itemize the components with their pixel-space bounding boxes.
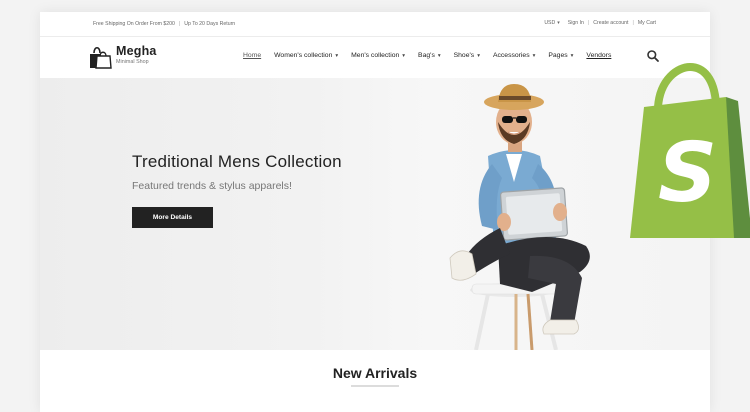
brand-tagline: Minimal Shop (116, 59, 149, 65)
section-title: New Arrivals (332, 365, 418, 381)
nav-item-womens-collection[interactable]: Women's collection ▾ (274, 52, 338, 59)
store-frame: Free Shipping On Order From $200 | Up To 2… (40, 12, 710, 412)
nav-item-home[interactable]: Home (243, 52, 261, 59)
chevron-down-icon: ▾ (402, 52, 406, 59)
nav-label: Pages (548, 52, 568, 59)
return-text: Up To 20 Days Return (184, 21, 236, 27)
more-details-button[interactable]: More Details (132, 207, 213, 228)
main-nav: Home Women's collection ▾ Men's collecti… (243, 52, 624, 59)
nav-item-accessories[interactable]: Accessories ▾ (493, 52, 535, 59)
nav-label: Vendors (586, 52, 612, 59)
chevron-down-icon: ▾ (477, 52, 480, 59)
shipping-text: Free Shipping On Order From $200 (93, 21, 175, 27)
hero-subtitle: Featured trends & stylus apparels! (132, 180, 292, 192)
chevron-down-icon: ▾ (335, 52, 339, 59)
chevron-down-icon: ▾ (437, 52, 441, 59)
sign-in-link[interactable]: Sign In (568, 20, 584, 26)
currency-selector[interactable]: USD ▾ (544, 20, 559, 26)
currency-label: USD (544, 20, 556, 26)
hero-banner: Treditional Mens Collection Featured tre… (40, 78, 710, 350)
shopify-logo-icon: S (630, 63, 750, 238)
nav-label: Home (243, 52, 262, 59)
search-icon[interactable] (646, 49, 660, 63)
topbar-separator: | (178, 21, 181, 27)
chevron-down-icon: ▾ (570, 52, 574, 59)
brand-name: Megha (116, 44, 157, 58)
nav-item-bags[interactable]: Bag's ▾ (418, 52, 441, 59)
topbar-separator: | (632, 20, 634, 26)
hero-model-image (449, 84, 590, 350)
bag-logo-icon[interactable] (88, 44, 112, 70)
brand[interactable]: Megha Minimal Shop (116, 44, 157, 65)
nav-item-shoes[interactable]: Shoe's ▾ (454, 52, 480, 59)
nav-label: Men's collection (351, 52, 400, 59)
nav-label: Bag's (418, 52, 435, 59)
topbar-separator: | (587, 20, 590, 26)
section-underline (351, 385, 399, 387)
nav-item-mens-collection[interactable]: Men's collection ▾ (351, 52, 405, 59)
top-bar: Free Shipping On Order From $200 | Up To 2… (40, 12, 710, 37)
nav-label: Women's collection (274, 52, 333, 59)
chevron-down-icon: ▾ (532, 52, 536, 59)
chevron-down-icon: ▾ (557, 20, 560, 26)
site-header: Megha Minimal Shop Home Women's collecti… (40, 37, 710, 78)
nav-label: Accessories (492, 52, 530, 59)
nav-item-vendors[interactable]: Vendors (586, 52, 611, 59)
topbar-info: Free Shipping On Order From $200 | Up To 2… (93, 21, 235, 27)
create-account-link[interactable]: Create account (593, 20, 628, 26)
svg-text:S: S (658, 126, 717, 221)
nav-item-pages[interactable]: Pages ▾ (548, 52, 573, 59)
hero-title: Treditional Mens Collection (132, 152, 342, 171)
my-cart-link[interactable]: My Cart (638, 20, 656, 26)
nav-label: Shoe's (453, 52, 475, 59)
topbar-links: USD ▾ Sign In | Create account | My Cart (544, 20, 656, 26)
